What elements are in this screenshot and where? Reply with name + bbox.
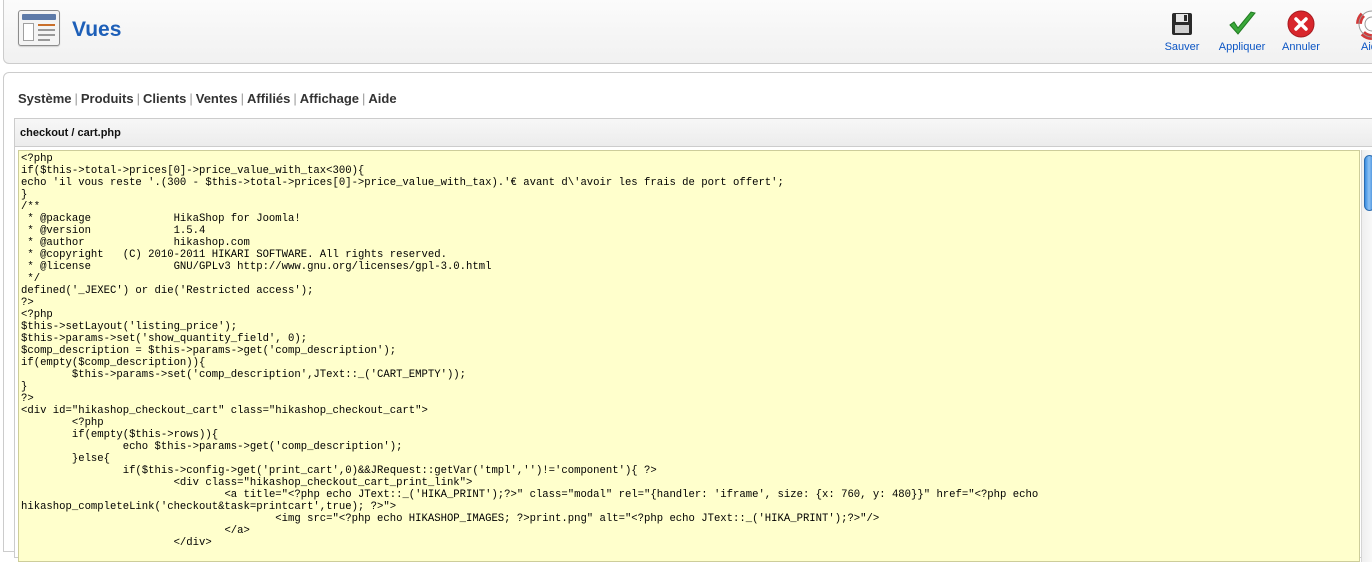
code-editor-textarea[interactable]: <?php if($this->total->prices[0]->price_…	[18, 150, 1360, 562]
cancel-button[interactable]: Annuler	[1278, 8, 1324, 53]
help-button[interactable]: Aide	[1349, 8, 1372, 53]
menu-item-clients[interactable]: Clients	[143, 91, 186, 106]
menu-item-affichage[interactable]: Affichage	[300, 91, 359, 106]
menu-item-produits[interactable]: Produits	[81, 91, 134, 106]
save-button[interactable]: Sauver	[1159, 8, 1205, 53]
cancel-icon	[1287, 10, 1315, 38]
floppy-disk-icon	[1172, 13, 1192, 35]
file-path: checkout / cart.php	[15, 119, 1372, 147]
menu-item-aide[interactable]: Aide	[368, 91, 396, 106]
code-content: <?php if($this->total->prices[0]->price_…	[21, 153, 1039, 549]
code-scrollbar[interactable]	[1361, 150, 1372, 562]
menu-item-ventes[interactable]: Ventes	[196, 91, 238, 106]
lifebuoy-icon	[1356, 8, 1372, 40]
main-panel: Système | Produits | Clients | Ventes | Affiliés…	[3, 72, 1372, 562]
checkmark-icon	[1229, 11, 1256, 35]
menu-item-systeme[interactable]: Système	[18, 91, 71, 106]
file-editor: checkout / cart.php <?php if($this->tota…	[14, 118, 1372, 562]
toolbar-panel: Vues Sauver Appliquer Annuler Aide	[3, 0, 1372, 64]
views-manager-icon	[18, 10, 60, 46]
scrollbar-thumb[interactable]	[1364, 155, 1372, 211]
menu-item-affilies[interactable]: Affiliés	[247, 91, 290, 106]
apply-button[interactable]: Appliquer	[1214, 8, 1270, 53]
component-menu: Système | Produits | Clients | Ventes | Affiliés…	[18, 91, 397, 106]
page-title: Vues	[72, 18, 122, 41]
